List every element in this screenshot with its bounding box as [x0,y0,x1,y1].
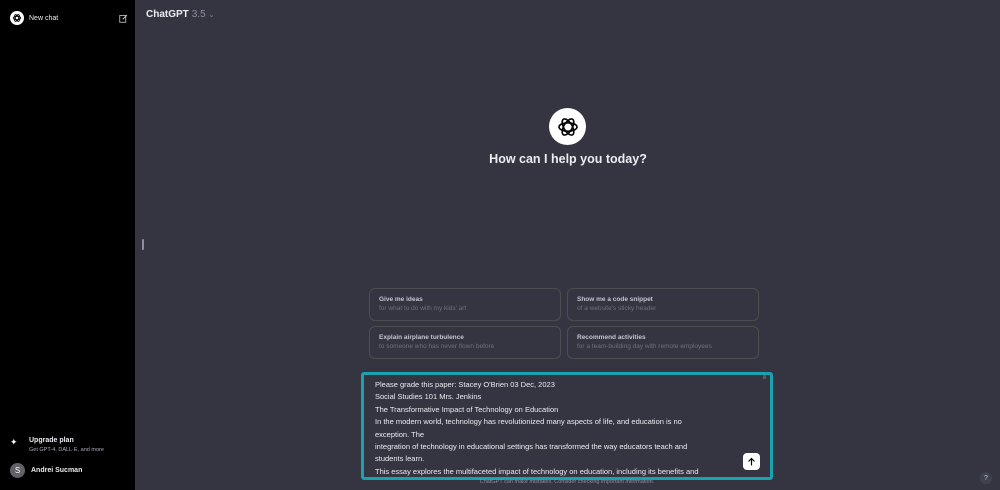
sidebar: New chat ✦ Upgrade plan Get GPT-4, DALL·… [0,0,135,490]
sidebar-toggle-handle[interactable] [142,239,144,250]
user-name: Andrei Sucman [31,466,83,474]
openai-logo-icon [10,11,24,25]
suggestion-subtitle: for what to do with my kids' art [379,305,467,312]
upgrade-title: Upgrade plan [29,437,74,444]
avatar: S [10,462,25,478]
suggestion-card[interactable]: Give me ideas for what to do with my kid… [369,288,561,321]
message-line: Social Studies 101 Mrs. Jenkins [375,392,482,402]
user-menu[interactable]: S Andrei Sucman [10,462,128,478]
suggestion-card[interactable]: Explain airplane turbulence to someone w… [369,326,561,359]
arrow-up-icon [748,457,755,466]
suggestion-subtitle: of a website's sticky header [577,305,657,312]
message-line: Please grade this paper: Stacey O'Brien … [375,380,555,389]
message-line: In the modern world, technology has revo… [375,417,682,427]
send-button[interactable] [743,453,760,470]
suggestion-subtitle: to someone who has never flown before [379,343,495,350]
suggestion-subtitle: for a team-building day with remote empl… [577,343,712,350]
disclaimer: ChatGPT can make mistakes. Consider chec… [479,479,655,485]
message-input[interactable]: Please grade this paper: Stacey O'Brien … [361,372,773,480]
suggestion-card[interactable]: Show me a code snippet of a website's st… [567,288,759,321]
page-title: How can I help you today? [489,152,647,166]
message-line: students learn. [375,454,425,464]
scrollbar[interactable] [763,375,766,379]
help-button[interactable]: ? [980,472,992,484]
sparkle-icon: ✦ [10,437,18,447]
chevron-down-icon: ⌄ [208,11,215,19]
message-line: This essay explores the multifaceted imp… [375,466,699,476]
new-chat-button[interactable]: New chat [10,10,128,26]
model-name: ChatGPT [146,9,189,20]
upgrade-plan-button[interactable]: ✦ Upgrade plan Get GPT-4, DALL·E, and mo… [10,436,128,458]
upgrade-subtitle: Get GPT-4, DALL·E, and more [29,447,104,453]
suggestion-title: Recommend activities [577,334,646,341]
message-line: exception. The [375,429,425,439]
suggestion-card[interactable]: Recommend activities for a team-building… [567,326,759,359]
model-version: 3.5 [191,9,206,20]
message-text[interactable]: Please grade this paper: Stacey O'Brien … [375,379,745,477]
model-selector[interactable]: ChatGPT 3.5 ⌄ [146,9,215,20]
suggestion-title: Explain airplane turbulence [379,334,464,341]
suggestion-title: Give me ideas [379,296,423,303]
suggestion-title: Show me a code snippet [577,296,653,303]
message-line: integration of technology in educational… [375,442,688,452]
edit-icon[interactable] [118,13,128,23]
new-chat-label: New chat [29,14,59,22]
openai-logo-icon [549,108,586,145]
message-line: The Transformative Impact of Technology … [375,404,559,414]
